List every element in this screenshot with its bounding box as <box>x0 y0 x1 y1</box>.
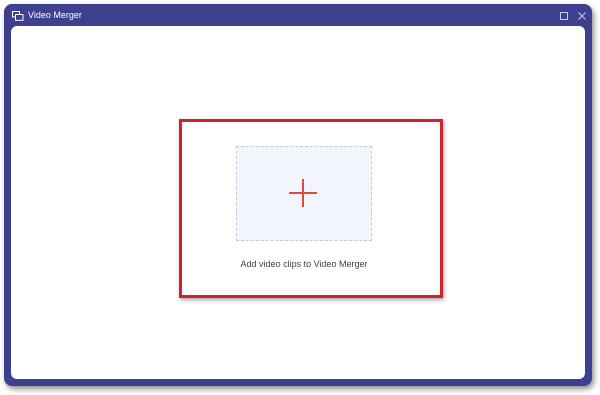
add-video-drop-zone[interactable] <box>236 146 372 241</box>
maximize-icon <box>560 12 568 20</box>
close-icon <box>578 12 586 20</box>
app-window: Video Merger Add video clips to Video Me… <box>4 4 592 386</box>
plus-icon <box>289 179 317 207</box>
main-content: Add video clips to Video Merger <box>11 26 585 379</box>
merge-windows-icon <box>12 11 24 21</box>
close-button[interactable] <box>576 9 588 21</box>
add-video-label: Add video clips to Video Merger <box>240 259 368 269</box>
maximize-button[interactable] <box>558 9 570 21</box>
title-bar[interactable]: Video Merger <box>4 4 592 26</box>
window-title: Video Merger <box>28 10 82 20</box>
